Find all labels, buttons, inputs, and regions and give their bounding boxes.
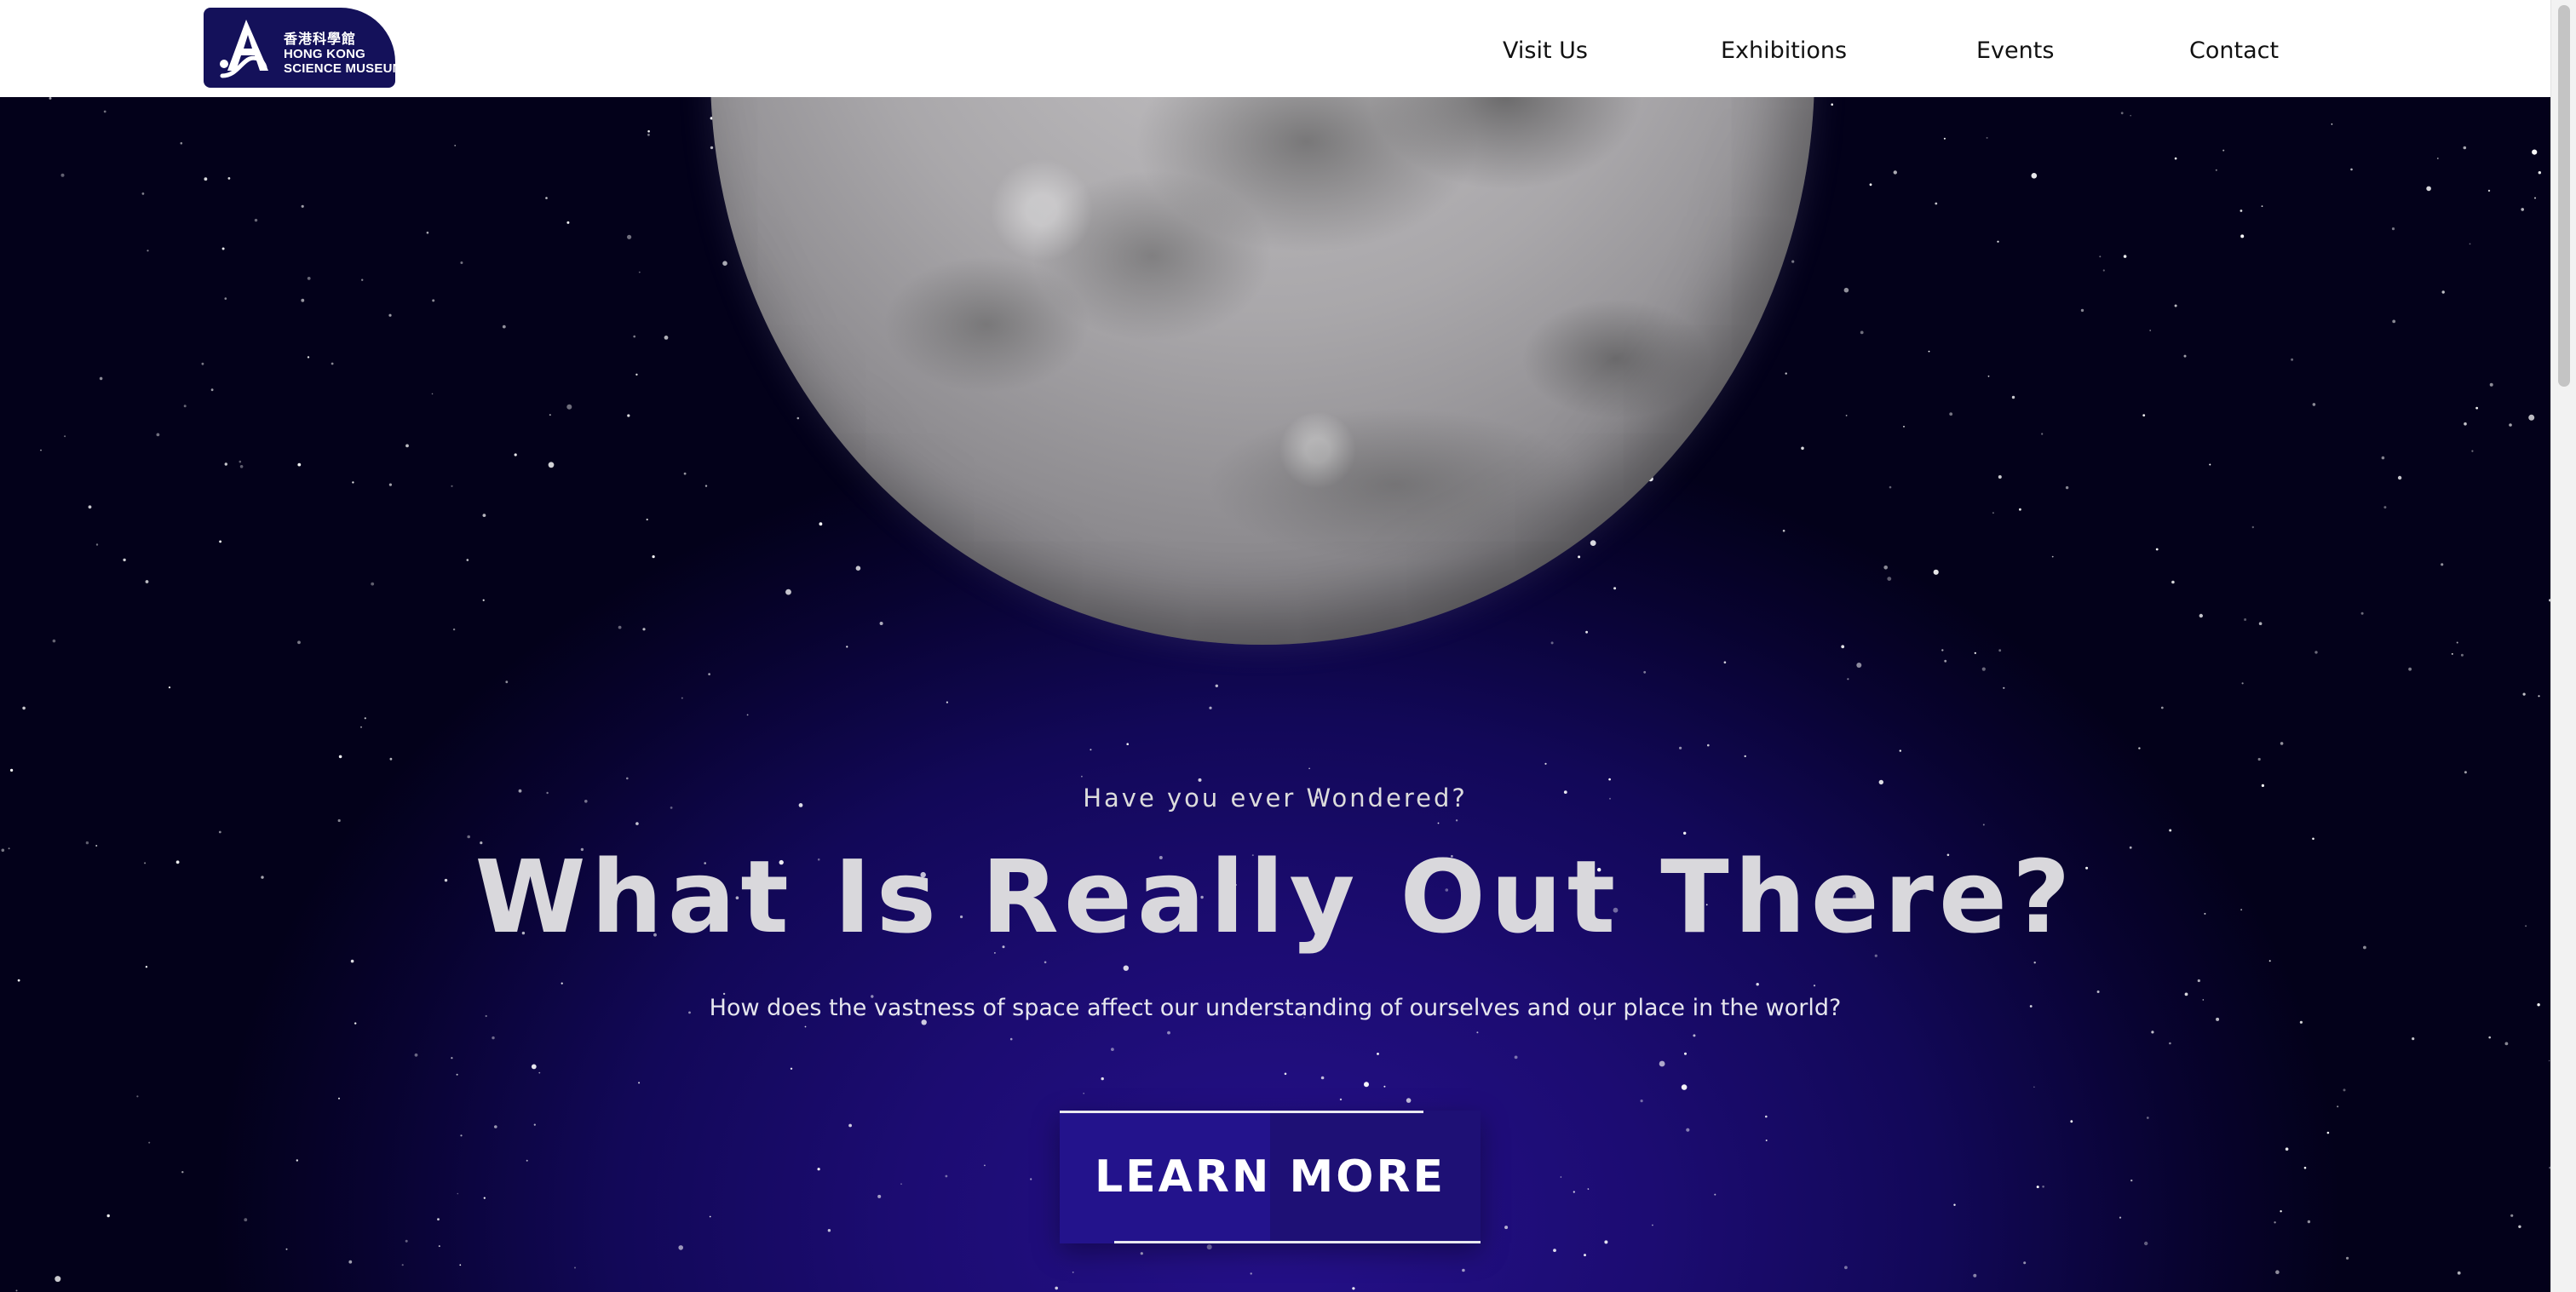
museum-name-zh: 香港科學館 (284, 32, 357, 47)
science-museum-logo-mark-icon (220, 20, 268, 78)
museum-name: 香港科學館 HONG KONG SCIENCE MUSEUM (284, 32, 395, 76)
hero-eyebrow: Have you ever Wondered? (1083, 784, 1468, 813)
nav-link-contact[interactable]: Contact (2189, 37, 2279, 64)
nav-link-visit-us[interactable]: Visit Us (1503, 37, 1588, 64)
hero-content: Have you ever Wondered? What Is Really O… (0, 97, 2550, 1292)
hero-subtitle: How does the vastness of space affect ou… (709, 995, 1842, 1021)
museum-logo[interactable]: 香港科學館 HONG KONG SCIENCE MUSEUM (204, 8, 395, 88)
learn-more-label: LEARN MORE (1094, 1151, 1446, 1203)
top-navigation-bar: 香港科學館 HONG KONG SCIENCE MUSEUM Visit Us … (0, 0, 2550, 97)
page-scrollbar[interactable] (2550, 0, 2576, 1292)
scrollbar-thumb[interactable] (2558, 5, 2570, 387)
nav-link-events[interactable]: Events (1976, 37, 2054, 64)
museum-name-en-line2: SCIENCE MUSEUM (284, 61, 395, 76)
nav-link-exhibitions[interactable]: Exhibitions (1721, 37, 1847, 64)
learn-more-button[interactable]: LEARN MORE (1060, 1111, 1481, 1243)
museum-name-en-line1: HONG KONG (284, 47, 365, 61)
hero-section: Have you ever Wondered? What Is Really O… (0, 97, 2550, 1292)
hero-headline: What Is Really Out There? (474, 838, 2076, 956)
